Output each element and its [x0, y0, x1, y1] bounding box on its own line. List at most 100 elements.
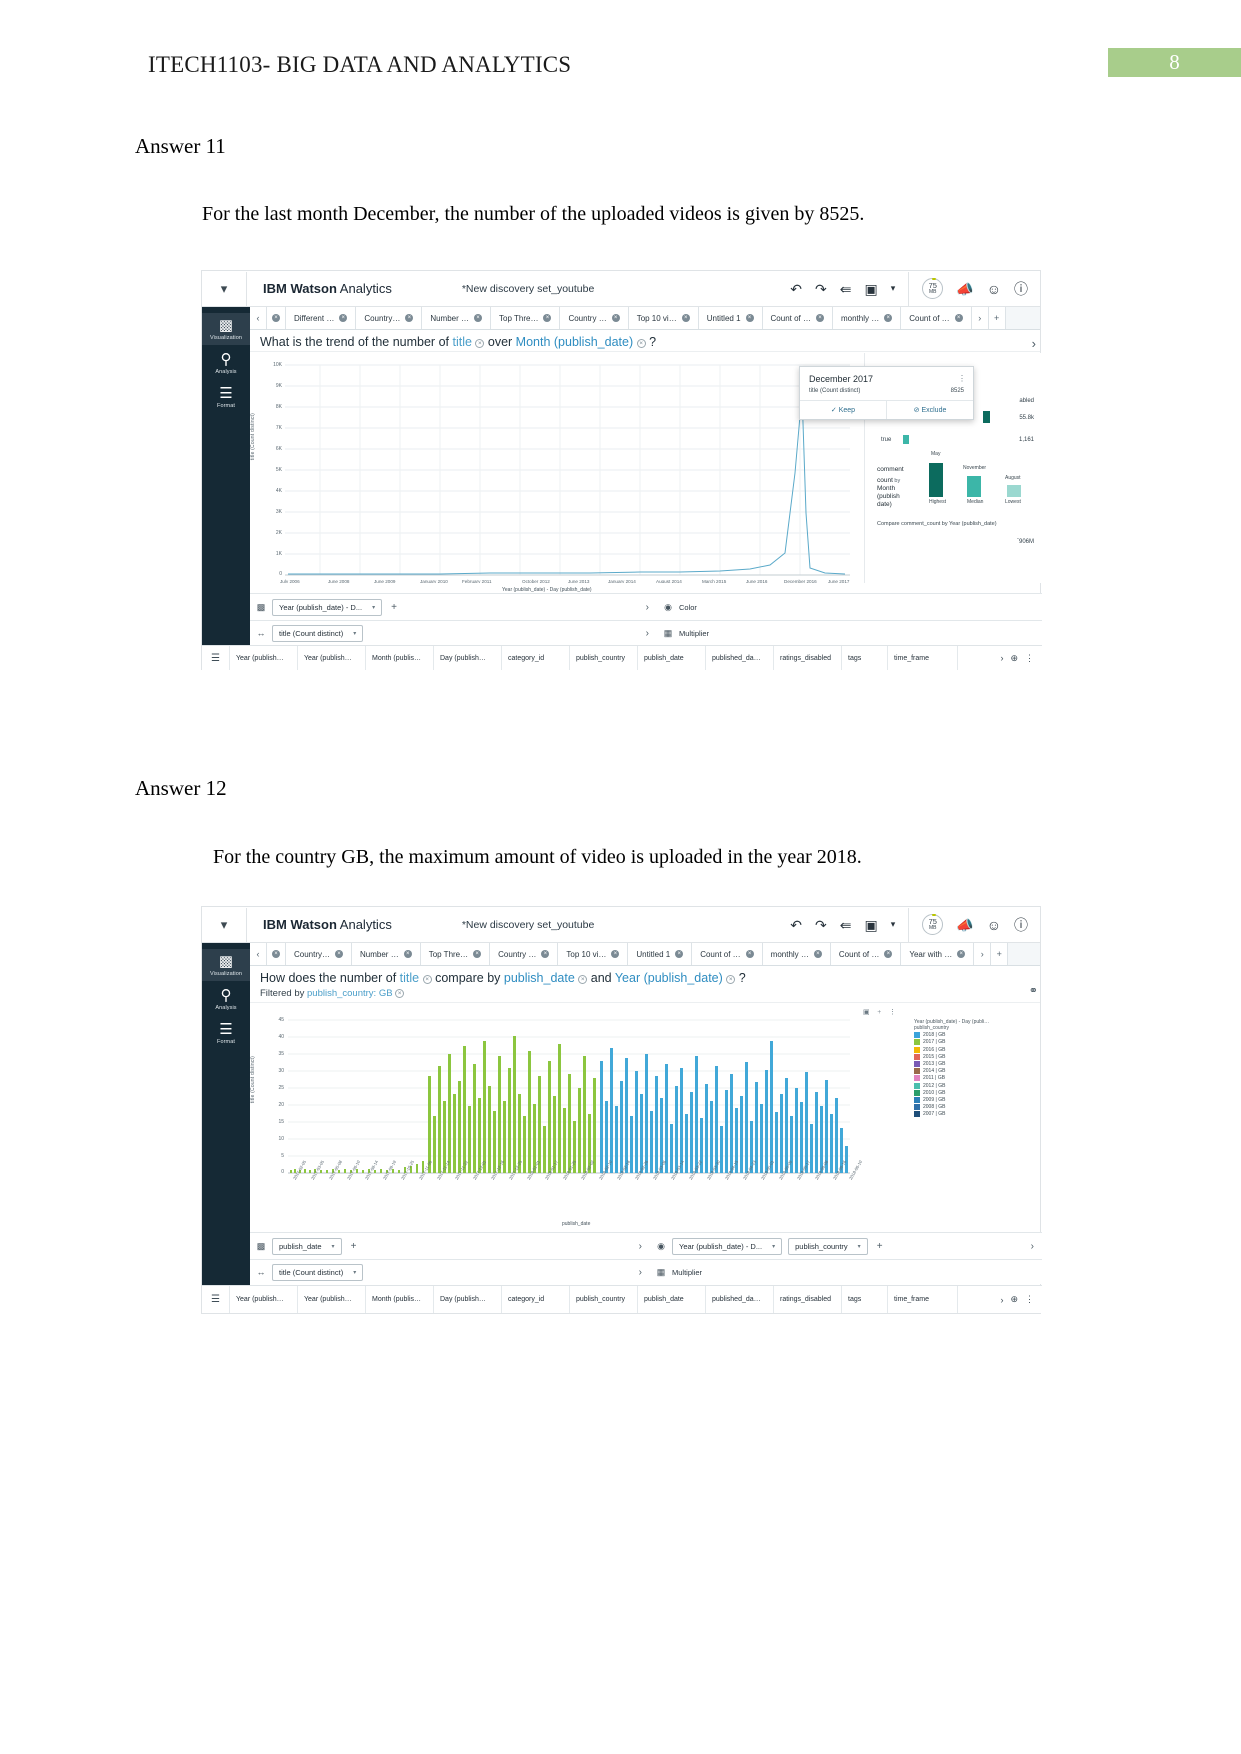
remove-field-icon[interactable]: × — [422, 975, 432, 984]
fields-toggle-icon[interactable]: ☰ — [202, 1286, 230, 1313]
sidebar-item-analysis[interactable]: ⚲ Analysis — [202, 347, 250, 379]
chevron-down-icon[interactable]: ▾ — [891, 920, 896, 929]
field-chip-6[interactable]: publish_date — [638, 1286, 706, 1313]
field-bar-menu-icon[interactable]: ⋮ — [1025, 1294, 1034, 1305]
s1-q-field-2[interactable]: Month (publish_date) — [516, 335, 633, 349]
user-icon[interactable]: ☺ — [987, 918, 1001, 932]
s2-shelf-x-add-icon[interactable]: + — [351, 1241, 357, 1252]
field-chip-6[interactable]: publish_date — [638, 646, 706, 670]
s2-shelf-color-expand-icon[interactable]: › — [1031, 1241, 1042, 1252]
s1-q-field-1[interactable]: title — [452, 335, 471, 349]
redo-icon[interactable]: ↷ — [815, 282, 827, 296]
field-chip-7[interactable]: published_da… — [706, 646, 774, 670]
tab-scroll-left-icon[interactable]: ‹ — [250, 307, 267, 329]
field-chip-0[interactable]: Year (publish… — [230, 646, 298, 670]
s2-shelf-x-expand-icon[interactable]: › — [639, 1241, 650, 1252]
s1-panel-expand-icon[interactable]: › — [1032, 336, 1036, 351]
tab-add-icon[interactable]: + — [991, 943, 1009, 965]
close-icon[interactable]: × — [611, 950, 620, 958]
close-icon[interactable]: × — [884, 950, 893, 958]
undo-icon[interactable]: ↶ — [790, 918, 802, 932]
field-bar-next-icon[interactable]: › — [1000, 1295, 1003, 1305]
legend-item-11[interactable]: 2007 | GB — [914, 1111, 1034, 1118]
field-chip-10[interactable]: time_frame — [888, 646, 958, 670]
tab-close-current[interactable]: × — [267, 307, 286, 329]
tab-8[interactable]: monthly … × — [832, 307, 902, 329]
megaphone-icon[interactable]: 📣 — [956, 918, 973, 932]
tab-0[interactable]: Different … × — [286, 307, 357, 329]
user-icon[interactable]: ☺ — [987, 282, 1001, 296]
s1-shelf-x-expand-icon[interactable]: › — [646, 602, 657, 613]
field-chip-9[interactable]: tags — [842, 1286, 888, 1313]
close-icon[interactable]: × — [745, 950, 754, 958]
chevron-down-icon[interactable]: ▾ — [332, 1243, 335, 1250]
share-icon[interactable]: ⇚ — [840, 918, 852, 932]
close-icon[interactable]: × — [611, 314, 620, 322]
close-icon[interactable]: × — [884, 314, 893, 322]
tab-7[interactable]: monthly … × — [762, 943, 831, 965]
close-icon[interactable]: × — [474, 314, 483, 322]
s2-q-field-3[interactable]: Year (publish_date) — [615, 971, 723, 985]
s1-shelf-x-add-icon[interactable]: + — [391, 602, 397, 613]
legend-item-1[interactable]: 2017 | GB — [914, 1039, 1034, 1046]
legend-item-6[interactable]: 2011 | GB — [914, 1075, 1034, 1082]
field-bar-add-icon[interactable]: ⊕ — [1010, 653, 1018, 664]
s2-shelf-x-pill[interactable]: publish_date ▾ — [272, 1237, 342, 1255]
fields-toggle-icon[interactable]: ☰ — [202, 646, 230, 670]
sidebar-item-format[interactable]: ☰ Format — [202, 1017, 250, 1049]
legend-item-10[interactable]: 2008 | GB — [914, 1104, 1034, 1111]
legend-item-7[interactable]: 2012 | GB — [914, 1082, 1034, 1089]
chevron-down-icon[interactable]: ▾ — [891, 284, 896, 293]
tab-3[interactable]: Country … × — [490, 943, 559, 965]
keep-button[interactable]: ✓ Keep — [800, 401, 886, 419]
field-chip-9[interactable]: tags — [842, 646, 888, 670]
s2-q-field-2[interactable]: publish_date — [504, 971, 575, 985]
close-icon[interactable]: × — [272, 314, 280, 322]
tab-0[interactable]: Country… × — [286, 943, 353, 965]
s1-chevron-down-icon[interactable]: ▾ — [202, 281, 246, 297]
field-chip-4[interactable]: category_id — [502, 646, 570, 670]
field-bar-menu-icon[interactable]: ⋮ — [1025, 653, 1034, 664]
field-chip-5[interactable]: publish_country — [570, 1286, 638, 1313]
tab-1[interactable]: Number … × — [352, 943, 421, 965]
close-icon[interactable]: × — [675, 950, 684, 958]
tab-6[interactable]: Count of … × — [692, 943, 763, 965]
s2-chart-toolbar[interactable]: ▣ + ⋮ — [863, 1008, 899, 1016]
camera-icon[interactable]: ▣ — [865, 918, 878, 932]
chevron-down-icon[interactable]: ▾ — [353, 1269, 356, 1276]
tab-add-icon[interactable]: + — [988, 307, 1006, 329]
s1-shelf-y-expand-icon[interactable]: › — [646, 628, 657, 639]
field-chip-7[interactable]: published_da… — [706, 1286, 774, 1313]
tab-7[interactable]: Count of … × — [762, 307, 833, 329]
tab-8[interactable]: Count of … × — [830, 943, 902, 965]
chevron-down-icon[interactable]: ▾ — [772, 1243, 775, 1250]
chevron-down-icon[interactable]: ▾ — [353, 630, 356, 637]
field-chip-0[interactable]: Year (publish… — [230, 1286, 298, 1313]
legend-item-3[interactable]: 2015 | GB — [914, 1053, 1034, 1060]
tab-6[interactable]: Untitled 1 × — [698, 307, 763, 329]
legend-item-5[interactable]: 2014 | GB — [914, 1068, 1034, 1075]
s2-shelf-y-pill[interactable]: title (Count distinct) ▾ — [272, 1263, 364, 1281]
tab-4[interactable]: Top 10 vi… × — [558, 943, 629, 965]
tab-scroll-right-icon[interactable]: › — [971, 307, 989, 329]
camera-icon[interactable]: ▣ — [865, 282, 878, 296]
field-chip-8[interactable]: ratings_disabled — [774, 646, 842, 670]
exclude-button[interactable]: ⊘ Exclude — [886, 401, 973, 419]
s1-shelf-x-pill[interactable]: Year (publish_date) - D... ▾ — [272, 598, 383, 616]
legend-item-8[interactable]: 2010 | GB — [914, 1089, 1034, 1096]
chevron-down-icon[interactable]: ▾ — [858, 1243, 861, 1250]
close-icon[interactable]: × — [745, 314, 754, 322]
tab-close-current[interactable]: × — [267, 943, 286, 965]
tab-3[interactable]: Top Thre… × — [491, 307, 561, 329]
close-icon[interactable]: × — [813, 950, 822, 958]
s2-shelf-color-pill-2[interactable]: publish_country ▾ — [788, 1237, 868, 1255]
s2-shelf-color-pill-1[interactable]: Year (publish_date) - D... ▾ — [672, 1237, 783, 1255]
sidebar-item-visualization[interactable]: ▩ Visualization — [202, 949, 250, 981]
sidebar-item-format[interactable]: ☰ Format — [202, 381, 250, 413]
s2-shelf-color-add-icon[interactable]: + — [877, 1241, 883, 1252]
s2-shelf-y-expand-icon[interactable]: › — [639, 1267, 650, 1278]
tab-scroll-left-icon[interactable]: ‹ — [250, 943, 267, 965]
close-icon[interactable]: × — [681, 314, 690, 322]
field-chip-1[interactable]: Year (publish… — [298, 1286, 366, 1313]
tab-2[interactable]: Number … × — [422, 307, 492, 329]
